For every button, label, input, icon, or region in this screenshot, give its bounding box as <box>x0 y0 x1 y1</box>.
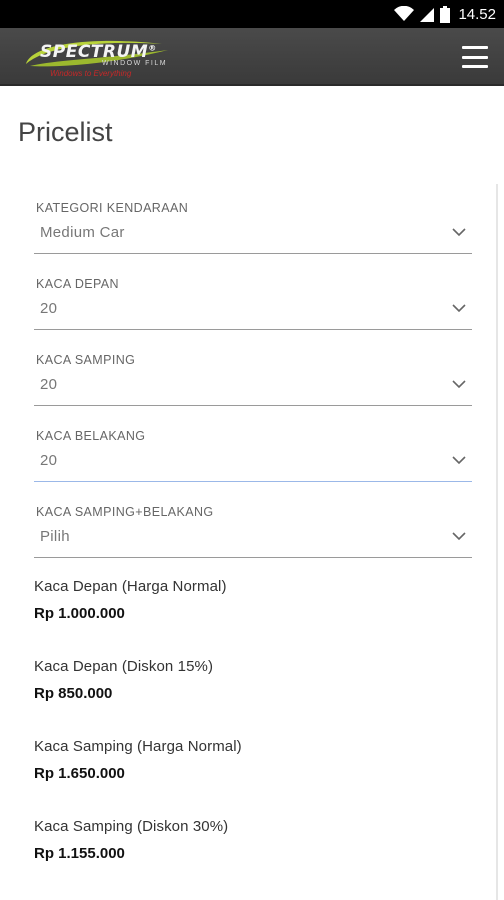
field-value: 20 <box>40 452 58 469</box>
logo-subtext: WINDOW FILM <box>102 60 168 67</box>
chevron-down-icon <box>452 228 466 237</box>
price-item: Kaca Samping (Diskon 30%) Rp 1.155.000 <box>34 818 472 862</box>
app-bar: SPECTRUM® WINDOW FILM Windows to Everyth… <box>0 28 504 86</box>
field-value: Medium Car <box>40 224 125 241</box>
kaca-depan-select[interactable]: KACA DEPAN 20 <box>34 274 472 330</box>
scroll-edge <box>496 184 498 900</box>
price-value: Rp 1.000.000 <box>34 605 125 622</box>
field-value: 20 <box>40 300 58 317</box>
logo-tagline: Windows to Everything <box>50 69 132 78</box>
chevron-down-icon <box>452 456 466 465</box>
price-label: Kaca Depan (Harga Normal) <box>34 578 227 595</box>
field-label: KACA SAMPING <box>36 353 136 367</box>
status-time: 14.52 <box>458 5 496 23</box>
field-label: KACA DEPAN <box>36 277 119 291</box>
battery-icon <box>440 5 451 23</box>
kategori-kendaraan-select[interactable]: KATEGORI KENDARAAN Medium Car <box>34 198 472 254</box>
field-label: KACA BELAKANG <box>36 429 146 443</box>
kaca-belakang-select[interactable]: KACA BELAKANG 20 <box>34 426 472 482</box>
field-value: Pilih <box>40 528 70 545</box>
chevron-down-icon <box>452 532 466 541</box>
logo-text: SPECTRUM® <box>40 42 157 62</box>
price-label: Kaca Samping (Harga Normal) <box>34 738 242 755</box>
field-label: KACA SAMPING+BELAKANG <box>36 505 214 519</box>
price-list: Kaca Depan (Harga Normal) Rp 1.000.000 K… <box>34 578 472 862</box>
price-value: Rp 850.000 <box>34 685 113 702</box>
kaca-samping-select[interactable]: KACA SAMPING 20 <box>34 350 472 406</box>
price-value: Rp 1.650.000 <box>34 765 125 782</box>
price-value: Rp 1.155.000 <box>34 845 125 862</box>
hamburger-menu-icon[interactable] <box>462 46 488 68</box>
price-label: Kaca Samping (Diskon 30%) <box>34 818 229 835</box>
signal-icon <box>420 6 435 22</box>
pricelist-form: KATEGORI KENDARAAN Medium Car KACA DEPAN… <box>34 198 472 898</box>
page-title: Pricelist <box>18 117 113 147</box>
wifi-icon <box>394 6 415 22</box>
price-item: Kaca Depan (Diskon 15%) Rp 850.000 <box>34 658 472 702</box>
field-label: KATEGORI KENDARAAN <box>36 201 189 215</box>
spectrum-logo[interactable]: SPECTRUM® WINDOW FILM Windows to Everyth… <box>22 36 172 80</box>
price-label: Kaca Depan (Diskon 15%) <box>34 658 214 675</box>
status-bar: 14.52 <box>0 0 504 28</box>
kaca-samping-belakang-select[interactable]: KACA SAMPING+BELAKANG Pilih <box>34 502 472 558</box>
price-item: Kaca Depan (Harga Normal) Rp 1.000.000 <box>34 578 472 622</box>
price-item: Kaca Samping (Harga Normal) Rp 1.650.000 <box>34 738 472 782</box>
chevron-down-icon <box>452 304 466 313</box>
field-value: 20 <box>40 376 58 393</box>
chevron-down-icon <box>452 380 466 389</box>
